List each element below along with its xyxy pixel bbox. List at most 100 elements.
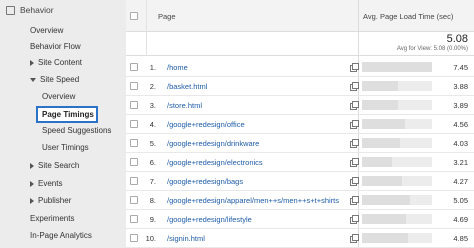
open-page-icon[interactable] [350, 215, 359, 224]
sidebar-item-speed-suggestions[interactable]: Speed Suggestions [42, 126, 111, 135]
row-index: 3. [149, 101, 156, 110]
table-row: 8. /google+redesign/apparel/men++s/men++s… [126, 191, 474, 210]
open-page-icon[interactable] [350, 63, 359, 72]
table-row: 4. /google+redesign/office 4.56 [126, 115, 474, 134]
load-time-bar [362, 157, 432, 167]
table-row: 3. /store.html 3.89 [126, 96, 474, 115]
load-time-value: 4.85 [453, 234, 468, 243]
row-checkbox[interactable] [130, 63, 138, 71]
row-index: 4. [149, 120, 156, 129]
row-checkbox[interactable] [130, 215, 138, 223]
open-page-icon[interactable] [350, 177, 359, 186]
load-time-bar-fill [362, 138, 400, 148]
row-checkbox[interactable] [130, 196, 138, 204]
summary-value: 5.08 [446, 33, 468, 45]
page-link[interactable]: /store.html [167, 101, 202, 110]
row-checkbox[interactable] [130, 234, 138, 242]
open-page-icon[interactable] [350, 196, 359, 205]
row-checkbox[interactable] [130, 139, 138, 147]
sidebar-item-label: Publisher [38, 196, 72, 205]
sidebar-item-events[interactable]: Events [30, 179, 62, 188]
open-page-icon[interactable] [350, 158, 359, 167]
load-time-value: 5.05 [453, 196, 468, 205]
sidebar-item-user-timings[interactable]: User Timings [42, 143, 89, 152]
summary-row: 5.08 Avg for View: 5.08 (0.00%) [126, 32, 474, 56]
row-index: 1. [149, 63, 156, 72]
table-row: 6. /google+redesign/electronics 3.21 [126, 153, 474, 172]
page-link[interactable]: /google+redesign/bags [167, 177, 243, 186]
table-row: 7. /google+redesign/bags 4.27 [126, 172, 474, 191]
row-index: 9. [149, 215, 156, 224]
sidebar-item-experiments[interactable]: Experiments [30, 214, 74, 223]
sidebar-item-publisher[interactable]: Publisher [30, 196, 71, 205]
load-time-bar [362, 119, 432, 129]
row-index: 2. [149, 82, 156, 91]
open-page-icon[interactable] [350, 234, 359, 243]
load-time-bar [362, 62, 432, 72]
page-link[interactable]: /basket.html [167, 82, 207, 91]
sidebar-item-label: Events [38, 179, 63, 188]
load-time-value: 7.45 [453, 63, 468, 72]
load-time-value: 3.21 [453, 158, 468, 167]
page-link[interactable]: /signin.html [167, 234, 205, 243]
row-index: 6. [149, 158, 156, 167]
open-page-icon[interactable] [350, 101, 359, 110]
sidebar-item-site-search[interactable]: Site Search [30, 161, 79, 170]
row-checkbox[interactable] [130, 82, 138, 90]
sidebar-item-label: Site Search [38, 161, 80, 170]
load-time-value: 4.69 [453, 215, 468, 224]
open-page-icon[interactable] [350, 139, 359, 148]
load-time-bar [362, 138, 432, 148]
sidebar-item-site-content[interactable]: Site Content [30, 58, 82, 67]
load-time-bar-fill [362, 176, 402, 186]
load-time-bar [362, 81, 432, 91]
sidebar: Behavior Overview Behavior Flow Site Con… [0, 0, 126, 248]
page-link[interactable]: /home [167, 63, 188, 72]
expand-arrow-icon [30, 59, 34, 66]
load-time-bar-fill [362, 62, 432, 72]
page-link[interactable]: /google+redesign/lifestyle [167, 215, 252, 224]
sidebar-item-behavior-flow[interactable]: Behavior Flow [30, 42, 81, 51]
page-link[interactable]: /google+redesign/apparel/men++s/men++s+t… [167, 196, 339, 205]
row-checkbox[interactable] [130, 158, 138, 166]
sidebar-header[interactable]: Behavior [0, 0, 126, 20]
load-time-bar [362, 214, 432, 224]
row-checkbox[interactable] [130, 101, 138, 109]
row-checkbox[interactable] [130, 120, 138, 128]
sidebar-item-speed-overview[interactable]: Overview [42, 92, 75, 101]
sidebar-item-page-timings[interactable]: Page Timings [36, 106, 98, 123]
behavior-icon [6, 5, 15, 15]
sidebar-item-in-page-analytics[interactable]: In-Page Analytics [30, 231, 92, 240]
load-time-bar-fill [362, 119, 405, 129]
page-link[interactable]: /google+redesign/office [167, 120, 245, 129]
select-all-checkbox[interactable] [130, 12, 138, 20]
summary-subtext: Avg for View: 5.08 (0.00%) [396, 46, 468, 52]
table-row: 2. /basket.html 3.88 [126, 77, 474, 96]
sidebar-header-label: Behavior [20, 5, 54, 15]
table-row: 9. /google+redesign/lifestyle 4.69 [126, 210, 474, 229]
expand-arrow-icon [30, 197, 34, 204]
table-header: Page Avg. Page Load Time (sec) [126, 0, 474, 32]
row-index: 5. [149, 139, 156, 148]
open-page-icon[interactable] [350, 120, 359, 129]
expand-arrow-icon [30, 180, 34, 187]
load-time-bar-fill [362, 214, 406, 224]
column-header-load-time[interactable]: Avg. Page Load Time (sec) [363, 12, 453, 21]
open-page-icon[interactable] [350, 82, 359, 91]
load-time-bar [362, 176, 432, 186]
row-index: 10. [145, 234, 156, 243]
sidebar-item-label: Site Content [38, 58, 83, 67]
page-link[interactable]: /google+redesign/drinkware [167, 139, 259, 148]
page-link[interactable]: /google+redesign/electronics [167, 158, 263, 167]
column-header-page[interactable]: Page [158, 12, 176, 21]
load-time-bar-fill [362, 233, 408, 243]
row-checkbox[interactable] [130, 177, 138, 185]
collapse-arrow-icon [30, 77, 36, 82]
data-table: Page Avg. Page Load Time (sec) 5.08 Avg … [126, 0, 474, 248]
sidebar-item-site-speed[interactable]: Site Speed [30, 75, 79, 84]
sidebar-item-label: Site Speed [40, 75, 80, 84]
load-time-value: 3.89 [453, 101, 468, 110]
load-time-value: 4.03 [453, 139, 468, 148]
load-time-bar-fill [362, 100, 398, 110]
sidebar-item-overview[interactable]: Overview [30, 26, 63, 35]
